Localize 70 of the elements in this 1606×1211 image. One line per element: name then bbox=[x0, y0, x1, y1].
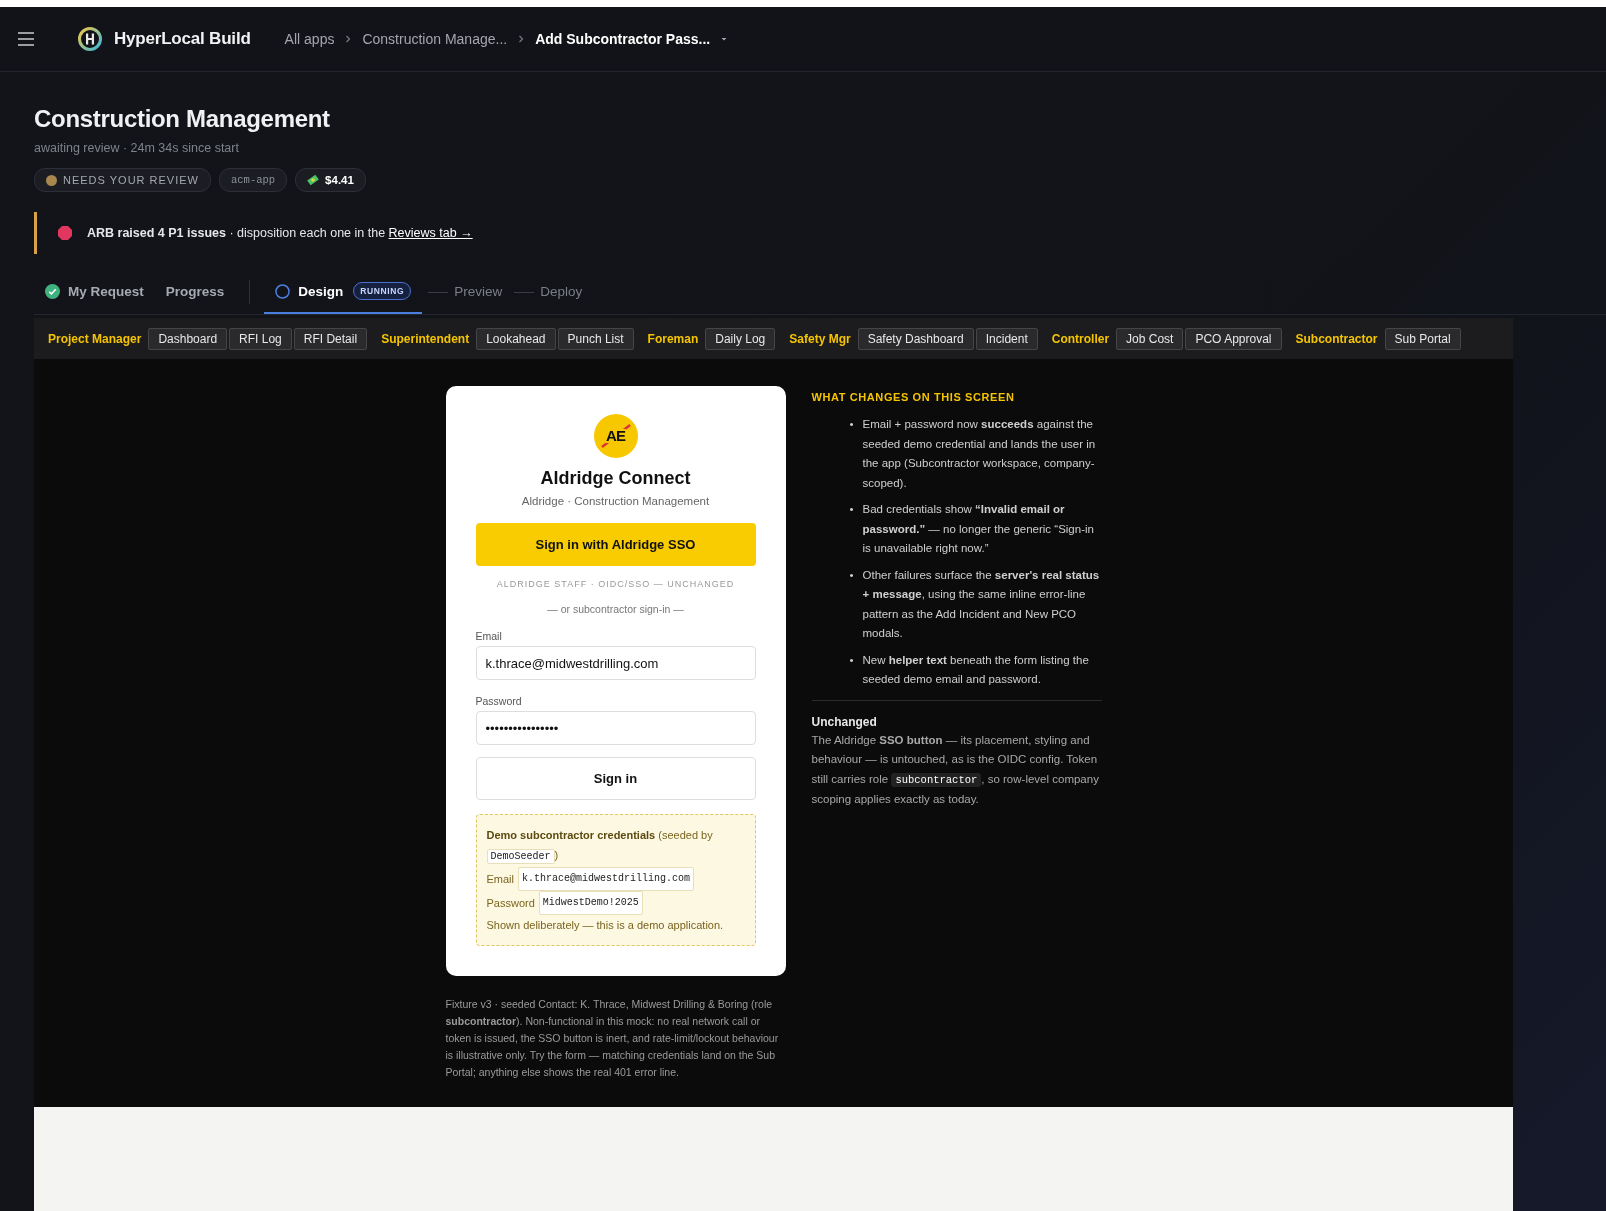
screen-button[interactable]: Sub Portal bbox=[1384, 327, 1461, 350]
unchanged-text: The Aldridge SSO button — its placement, styling and behaviour — is untouched, as is the OIDC config. Token still carries role subcontractor , so row-level company scoping applies exactly as today. bbox=[811, 732, 1100, 807]
breadcrumb-link[interactable]: Construction Manage... bbox=[362, 31, 508, 47]
breadcrumb-link[interactable]: All apps bbox=[284, 31, 335, 47]
password-field[interactable]: •••••••••••••••• bbox=[475, 711, 756, 745]
bullet-marker: • bbox=[849, 567, 854, 583]
app-logo: AE bbox=[593, 414, 638, 458]
progress-ring-icon bbox=[275, 283, 291, 299]
section-heading: Unchanged bbox=[811, 714, 878, 729]
change-item: Bad credentials show “Invalid email or password.” — no longer the generic “Sign-in is unavailable right now.” bbox=[862, 502, 1095, 556]
check-icon bbox=[45, 283, 60, 299]
sign-in-button[interactable]: Sign in bbox=[475, 757, 756, 800]
credentials-intro: Demo subcontractor credentials (seeded by DemoSeeder ) bbox=[486, 828, 714, 866]
screen-button[interactable]: PCO Approval bbox=[1185, 327, 1282, 350]
menu-icon[interactable] bbox=[18, 32, 34, 46]
sso-note: ALDRIDGE STAFF · OIDC/SSO — UNCHANGED bbox=[495, 579, 736, 589]
role-label: Controller bbox=[1051, 331, 1110, 346]
logo-icon bbox=[78, 27, 102, 51]
breadcrumb-link[interactable]: Add Subcontractor Pass... bbox=[535, 31, 711, 47]
screen-button[interactable]: RFI Detail bbox=[293, 327, 368, 350]
credential-value: k.thrace@midwestdrilling.com bbox=[518, 867, 695, 891]
step-tab[interactable]: Design RUNNING bbox=[264, 270, 423, 314]
status-badge: NEEDS YOUR REVIEW bbox=[34, 168, 211, 192]
cost-badge: $4.41 bbox=[295, 168, 366, 192]
role-label: Safety Mgr bbox=[789, 331, 851, 346]
change-item: Other failures surface the server's real status + message, using the same inline error-line pattern as the Add Incident and New PCO modals. bbox=[862, 567, 1101, 641]
bullet-marker: • bbox=[849, 502, 854, 517]
screen-button[interactable]: RFI Log bbox=[229, 327, 292, 350]
screen-button[interactable]: Job Cost bbox=[1116, 327, 1184, 350]
field-label: Email bbox=[475, 630, 503, 642]
screen-button[interactable]: Safety Dashboard bbox=[857, 327, 974, 350]
org-line: Aldridge · Construction Management bbox=[520, 495, 711, 507]
brand-name: HyperLocal Build bbox=[114, 29, 251, 49]
credential-value: MidwestDemo!2025 bbox=[538, 891, 643, 915]
divider-text: — or subcontractor sign-in — bbox=[546, 603, 685, 615]
helper-note: Shown deliberately — this is a demo application. bbox=[486, 918, 725, 933]
app-id-badge: acm-app bbox=[219, 168, 288, 192]
change-item: New helper text beneath the form listing the seeded demo email and password. bbox=[862, 652, 1090, 687]
chevron-icon bbox=[517, 35, 526, 43]
email-field[interactable]: k.thrace@midwestdrilling.com bbox=[475, 646, 756, 680]
change-item: Email + password now succeeds against the seeded demo credential and lands the user in the app (Subcontractor workspace, company-scoped). bbox=[862, 417, 1097, 491]
caret-icon[interactable] bbox=[720, 36, 729, 42]
bullet-marker: • bbox=[849, 652, 854, 668]
status-line: awaiting review · 24m 34s since start bbox=[34, 141, 240, 155]
field-label: Password bbox=[475, 695, 523, 707]
role-label: Foreman bbox=[647, 331, 699, 346]
screen-button[interactable]: Incident bbox=[975, 327, 1038, 350]
credential-label: Password bbox=[486, 896, 535, 911]
step-tab[interactable]: Deploy bbox=[534, 270, 589, 314]
credential-label: Email bbox=[486, 872, 514, 887]
stop-icon bbox=[57, 225, 73, 241]
chevron-icon bbox=[344, 35, 353, 43]
step-tab[interactable]: My Request bbox=[34, 270, 155, 314]
section-heading: WHAT CHANGES ON THIS SCREEN bbox=[811, 391, 1016, 403]
sso-button[interactable]: Sign in with Aldridge SSO bbox=[475, 523, 756, 566]
role-label: Project Manager bbox=[48, 331, 142, 346]
reviews-link[interactable]: Reviews tab → bbox=[388, 226, 473, 240]
step-tab[interactable]: Progress bbox=[154, 270, 236, 314]
fixture-note: Fixture v3 · seeded Contact: K. Thrace, Midwest Drilling & Boring (role subcontractor). Non-functional in this mock: no real network call or token is issued, the SSO button is inert, and rate-limit/lockout behaviour is illustrative only. Try the form — matching credentials land on the Sub Portal; anything else shows the real 401 error line. bbox=[445, 997, 780, 1080]
step-tab[interactable]: Preview bbox=[448, 270, 509, 314]
role-label: Superintendent bbox=[381, 331, 470, 346]
bullet-marker: • bbox=[849, 417, 854, 432]
alert-message: ARB raised 4 P1 issues · disposition each one in the Reviews tab → bbox=[87, 226, 473, 240]
role-label: Subcontractor bbox=[1295, 331, 1378, 346]
screen-button[interactable]: Daily Log bbox=[705, 327, 776, 350]
screen-button[interactable]: Dashboard bbox=[148, 327, 228, 350]
page-title: Construction Management bbox=[34, 105, 331, 133]
screen-button[interactable]: Punch List bbox=[557, 327, 634, 350]
app-name: Aldridge Connect bbox=[539, 468, 692, 489]
screen-button[interactable]: Lookahead bbox=[476, 327, 556, 350]
